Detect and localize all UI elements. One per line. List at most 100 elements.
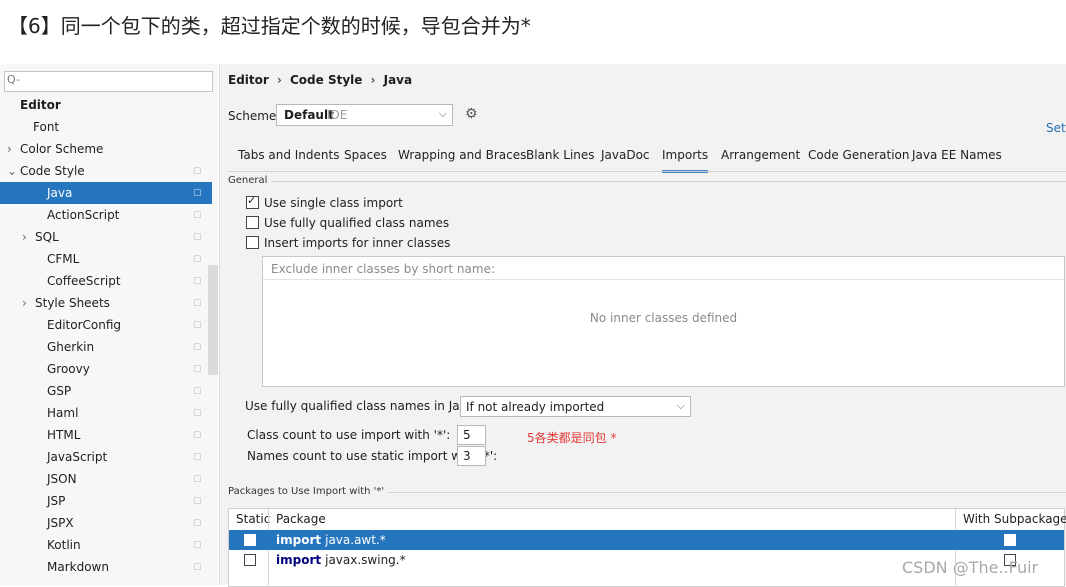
sidebar-item[interactable]: JSP ▢	[0, 490, 212, 512]
sidebar-item-label: Font	[33, 120, 60, 134]
copy-icon: ▢	[193, 232, 202, 242]
sidebar-scrollbar[interactable]	[208, 265, 218, 375]
package-name: javax.swing.*	[325, 553, 406, 567]
tab-code-generation[interactable]: Code Generation	[808, 148, 909, 170]
col-static-header[interactable]: Static	[236, 509, 270, 530]
names-count-value: 3	[463, 449, 471, 463]
sidebar-item-label: Code Style	[20, 164, 85, 178]
sidebar-item-label: JSP	[47, 494, 66, 508]
static-checkbox[interactable]	[244, 554, 256, 566]
exclude-inner-classes-list[interactable]: Exclude inner classes by short name: No …	[262, 256, 1065, 387]
set-from-link[interactable]: Set	[1046, 121, 1066, 135]
sidebar-item[interactable]: Font	[0, 116, 212, 138]
inner-classes-row[interactable]: Insert imports for inner classes	[246, 236, 450, 252]
breadcrumb-java: Java	[383, 73, 413, 87]
sidebar-item[interactable]: JSPX ▢	[0, 512, 212, 534]
breadcrumb-sep-icon: ›	[277, 73, 282, 87]
packages-section-title: Packages to Use Import with '*'	[228, 486, 389, 497]
tab-imports[interactable]: Imports	[662, 148, 709, 173]
sidebar-item-label: Editor	[20, 98, 61, 112]
sidebar-item[interactable]: Kotlin ▢	[0, 534, 212, 556]
chevron-down-icon: ⌵	[676, 399, 685, 412]
tab-divider	[228, 171, 1066, 172]
sidebar-item[interactable]: GSP ▢	[0, 380, 212, 402]
article-heading: 【6】同一个包下的类，超过指定个数的时候，导包合并为*	[0, 0, 1066, 62]
javadoc-dropdown[interactable]: If not already imported ⌵	[460, 396, 691, 417]
sidebar-item-label: ActionScript	[47, 208, 120, 222]
sidebar-item[interactable]: Groovy ▢	[0, 358, 212, 380]
tab-tabs-and-indents[interactable]: Tabs and Indents	[238, 148, 339, 170]
sidebar-item[interactable]: CFML ▢	[0, 248, 212, 270]
sidebar-item-label: Java	[47, 186, 73, 200]
general-divider	[228, 181, 1066, 182]
copy-icon: ▢	[193, 562, 202, 572]
class-count-input[interactable]: 5	[457, 425, 486, 445]
search-icon: Q-	[7, 73, 20, 86]
copy-icon: ▢	[193, 452, 202, 462]
chevron-down-icon[interactable]: ⌄	[7, 160, 17, 182]
sidebar-item[interactable]: JSON ▢	[0, 468, 212, 490]
sidebar-item[interactable]: › Color Scheme	[0, 138, 212, 160]
watermark: CSDN @The..Fuir	[902, 558, 1039, 577]
col-subpackages-header[interactable]: With Subpackages	[963, 509, 1066, 530]
single-class-import-row[interactable]: Use single class import	[246, 194, 403, 212]
scheme-dropdown[interactable]: Default IDE ⌵	[276, 104, 453, 126]
chevron-down-icon: ⌵	[438, 107, 447, 120]
sidebar-item[interactable]: Haml ▢	[0, 402, 212, 424]
subpackages-checkbox[interactable]	[1004, 534, 1016, 546]
sidebar-item[interactable]: ⌄ Code Style ▢	[0, 160, 212, 182]
sidebar-item[interactable]: ActionScript ▢	[0, 204, 212, 226]
package-cell: import javax.swing.*	[276, 550, 406, 570]
table-row[interactable]: import java.awt.*	[229, 530, 1064, 550]
sidebar-item-label: SQL	[35, 230, 59, 244]
sidebar-item[interactable]: EditorConfig ▢	[0, 314, 212, 336]
class-count-value: 5	[463, 428, 471, 442]
exclude-list-placeholder: Exclude inner classes by short name:	[271, 262, 495, 276]
tab-javadoc[interactable]: JavaDoc	[601, 148, 650, 170]
settings-search-input[interactable]: Q-	[4, 71, 213, 92]
tab-arrangement[interactable]: Arrangement	[721, 148, 800, 170]
gear-icon[interactable]: ⚙	[465, 106, 478, 122]
single-class-import-label: Use single class import	[264, 196, 403, 210]
col-package-header[interactable]: Package	[276, 509, 326, 530]
breadcrumb-sep-icon: ›	[370, 73, 376, 87]
sidebar-item[interactable]: Java ▢	[0, 182, 212, 204]
tab-wrapping-and-braces[interactable]: Wrapping and Braces	[398, 148, 526, 170]
chevron-right-icon[interactable]: ›	[7, 138, 12, 160]
sidebar-item-label: CoffeeScript	[47, 274, 121, 288]
tab-spaces[interactable]: Spaces	[344, 148, 387, 170]
names-count-input[interactable]: 3	[457, 446, 486, 466]
sidebar-item[interactable]: JavaScript ▢	[0, 446, 212, 468]
chevron-right-icon[interactable]: ›	[22, 292, 27, 314]
tab-blank-lines[interactable]: Blank Lines	[526, 148, 595, 170]
sidebar-item[interactable]: HTML ▢	[0, 424, 212, 446]
sidebar-item[interactable]: › Style Sheets ▢	[0, 292, 212, 314]
sidebar-item-label: Markdown	[47, 560, 109, 574]
sidebar-item[interactable]: Markdown ▢	[0, 556, 212, 578]
sidebar-item[interactable]: CoffeeScript ▢	[0, 270, 212, 292]
copy-icon: ▢	[193, 496, 202, 506]
static-checkbox[interactable]	[244, 534, 256, 546]
chevron-right-icon[interactable]: ›	[22, 226, 27, 248]
package-name: java.awt.*	[325, 533, 386, 547]
sidebar-item-label: HTML	[47, 428, 81, 442]
fully-qualified-checkbox[interactable]	[246, 216, 259, 229]
copy-icon: ▢	[193, 430, 202, 440]
copy-icon: ▢	[193, 408, 202, 418]
exclude-list-header: Exclude inner classes by short name:	[263, 257, 1064, 280]
copy-icon: ▢	[193, 386, 202, 396]
fully-qualified-row[interactable]: Use fully qualified class names	[246, 216, 449, 232]
tab-java-ee-names[interactable]: Java EE Names	[912, 148, 1002, 170]
copy-icon: ▢	[193, 342, 202, 352]
single-class-import-checkbox[interactable]	[246, 194, 259, 209]
copy-icon: ▢	[193, 364, 202, 374]
sidebar-item-label: Haml	[47, 406, 79, 420]
sidebar-item[interactable]: Editor	[0, 94, 212, 116]
sidebar-item-label: GSP	[47, 384, 72, 398]
copy-icon: ▢	[193, 210, 202, 220]
inner-classes-checkbox[interactable]	[246, 236, 259, 249]
scheme-sub: IDE	[327, 108, 348, 122]
sidebar-item[interactable]: Gherkin ▢	[0, 336, 212, 358]
sidebar-item-label: CFML	[47, 252, 80, 266]
sidebar-item[interactable]: › SQL ▢	[0, 226, 212, 248]
